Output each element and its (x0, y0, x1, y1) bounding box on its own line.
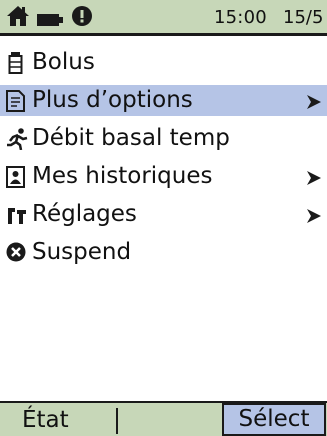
menu-item-bolus[interactable]: Bolus (0, 47, 327, 78)
history-icon (6, 166, 26, 188)
chevron-right-icon (307, 170, 321, 189)
settings-icon (6, 204, 26, 226)
document-icon (6, 90, 26, 112)
softkey-divider (116, 408, 118, 434)
menu-item-settings[interactable]: Réglages (0, 199, 327, 230)
syringe-icon (6, 52, 26, 74)
softkey-bar: État Sélect (0, 401, 327, 436)
menu-item-label: Réglages (32, 201, 137, 227)
menu-item-history[interactable]: Mes historiques (0, 161, 327, 192)
menu-item-temp-basal[interactable]: Débit basal temp (0, 123, 327, 154)
chevron-right-icon (307, 94, 321, 113)
chevron-right-icon (307, 208, 321, 227)
menu-item-plus-options[interactable]: Plus d’options (0, 85, 327, 116)
menu-item-label: Plus d’options (32, 87, 193, 113)
menu-item-label: Débit basal temp (32, 125, 230, 151)
status-date: 15/5 (283, 7, 324, 28)
suspend-icon (6, 242, 26, 264)
select-softkey[interactable]: Sélect (222, 403, 326, 436)
menu-item-label: Suspend (32, 239, 132, 265)
home-icon (7, 6, 29, 30)
pump-screen: 15:00 15/5 Bolus Plus d’options Débit ba… (0, 0, 327, 436)
menu-item-label: Mes historiques (32, 163, 213, 189)
alert-icon (72, 6, 92, 30)
battery-icon (37, 11, 63, 30)
menu-item-label: Bolus (32, 49, 95, 75)
status-bar: 15:00 15/5 (0, 0, 327, 36)
status-time: 15:00 (214, 7, 267, 28)
running-person-icon (6, 128, 28, 151)
status-softkey[interactable]: État (22, 405, 69, 435)
menu-item-suspend[interactable]: Suspend (0, 237, 327, 268)
